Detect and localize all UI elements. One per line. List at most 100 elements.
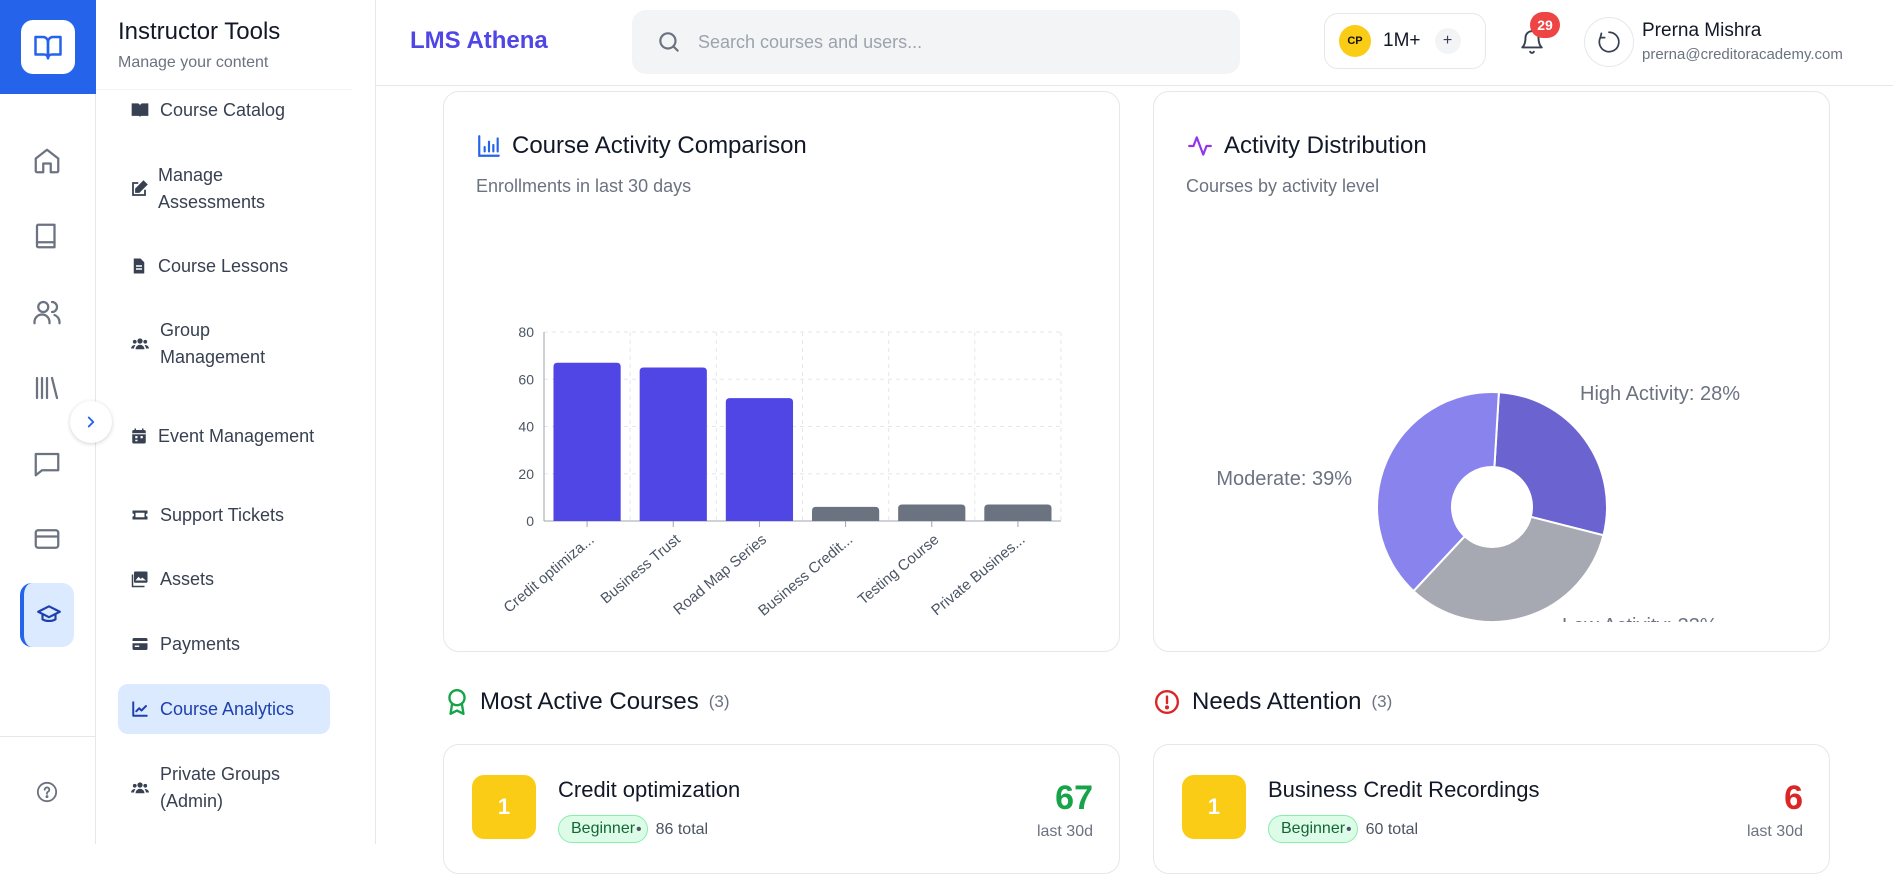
slice-label: High Activity: 28% [1580,383,1740,405]
course-activity-card: Course Activity Comparison Enrollments i… [443,91,1120,652]
menu-item-manage-assessments[interactable]: Manage Assessments [118,161,330,217]
menu-item-support-tickets[interactable]: Support Tickets [118,501,330,529]
library-icon[interactable] [20,361,74,415]
menu-item-course-catalog[interactable]: Course Catalog [118,96,330,124]
most-active-heading: Most Active Courses (3) [446,688,730,716]
add-credits-button[interactable]: + [1434,28,1461,54]
menu-item-course-analytics[interactable]: Course Analytics [118,684,330,734]
bar [639,367,707,521]
menu-label: Course Catalog [160,99,286,120]
card-title: Activity Distribution [1224,132,1427,159]
slice-label: Moderate: 39% [1216,468,1352,490]
book-open-icon [131,103,149,118]
book-logo-icon [21,20,75,74]
search-box[interactable] [632,10,1240,74]
y-tick-label: 80 [518,324,534,340]
pie-chart: High Activity: 28% Low Activity: 33% Moder… [1216,383,1740,622]
user-email: prerna@creditoracademy.com [1642,46,1843,63]
credit-card-icon[interactable] [20,512,74,566]
list-item[interactable]: 1 Credit optimization Beginner • 86 total… [443,744,1120,874]
credits-widget[interactable]: CP 1M+ + [1324,13,1486,69]
graduation-cap-icon[interactable] [20,583,74,647]
needs-attention-heading: Needs Attention (3) [1154,688,1392,716]
menu-item-private-groups[interactable]: Private Groups (Admin) [118,760,330,816]
bar [553,362,621,521]
y-tick-label: 40 [518,419,534,435]
users-icon [131,782,149,794]
expand-sidebar-button[interactable] [70,401,112,443]
search-input[interactable] [698,31,1218,53]
x-tick-label: Road Map Series [670,531,770,619]
period-label: last 30d [1036,823,1093,840]
message-icon[interactable] [20,437,74,491]
calendar-icon [132,428,146,444]
credit-card-icon [132,638,148,650]
ticket-icon [132,510,148,520]
help-icon[interactable] [20,765,74,819]
instructor-tools-panel: Instructor Tools Manage your content Cou… [96,0,376,844]
period-label: last 30d [1746,823,1803,840]
pie-slice [1493,391,1608,537]
bar [725,398,794,521]
bar-chart: 0 20 40 60 80 Credit optimiza... Business Trus… [501,324,1062,620]
card-subtitle: Courses by activity level [1186,176,1380,196]
menu-label: Course Lessons [158,255,289,276]
card-subtitle: Enrollments in last 30 days [476,176,692,196]
bar [898,504,966,521]
document-icon [133,258,145,274]
menu-label: Payments [160,633,241,654]
slice-label: Low Activity: 33% [1562,615,1718,622]
alert-circle-icon [1154,689,1180,715]
x-tick-label: Business Credit... [755,531,856,620]
image-icon [131,571,148,588]
course-name: Credit optimization [558,777,741,802]
total-count: • 86 total [636,821,709,838]
y-tick-label: 20 [518,466,534,482]
users-icon[interactable] [20,285,74,339]
activity-distribution-card: Activity Distribution Courses by activit… [1153,91,1830,652]
card-title: Course Activity Comparison [512,132,807,159]
loading-spinner-icon [1598,31,1620,53]
notification-count-badge: 29 [1530,12,1560,38]
panel-subtitle: Manage your content [118,54,269,71]
list-item[interactable]: 1 Business Credit Recordings Beginner • 6… [1153,744,1830,874]
top-bar: LMS Athena CP 1M+ + 29 Prerna Mishra pre… [376,0,1893,86]
total-count: • 60 total [1346,821,1419,838]
search-icon [659,32,679,52]
menu-item-assets[interactable]: Assets [118,565,330,593]
x-tick-label: Testing Course [855,531,943,608]
y-tick-label: 60 [518,371,534,387]
menu-label: Manage Assessments [158,165,266,212]
credits-badge: CP [1339,25,1371,57]
user-name[interactable]: Prerna Mishra [1642,20,1761,42]
chevron-right-icon [87,416,95,428]
bar [984,504,1052,521]
avatar[interactable] [1584,17,1634,67]
menu-label: Assets [160,568,215,589]
award-icon [448,688,466,716]
level-badge: Beginner [1268,815,1359,843]
users-icon [131,338,149,350]
book-icon[interactable] [20,209,74,263]
x-tick-label: Private Busines... [928,531,1028,619]
menu-item-payments[interactable]: Payments [118,630,330,658]
section-title: Most Active Courses [480,688,699,715]
credits-amount: 1M+ [1383,30,1421,51]
menu-item-event-management[interactable]: Event Management [118,408,330,464]
brand-name[interactable]: LMS Athena [410,27,548,55]
level-badge: Beginner [558,815,649,843]
app-logo[interactable] [0,0,96,94]
menu-label: Support Tickets [160,504,285,525]
activity-pulse-icon [1188,136,1212,156]
x-tick-label: Credit optimiza... [501,531,598,616]
menu-item-course-lessons[interactable]: Course Lessons [118,252,330,280]
menu-item-group-management[interactable]: Group Management [118,316,330,372]
rank-badge: 1 [472,775,536,839]
rail-divider [0,736,96,737]
panel-title: Instructor Tools [118,18,281,45]
x-tick-label: Business Trust [598,531,685,608]
course-name: Business Credit Recordings [1268,777,1540,802]
rank-badge: 1 [1182,775,1246,839]
home-icon[interactable] [20,134,74,188]
edit-icon [132,180,148,196]
